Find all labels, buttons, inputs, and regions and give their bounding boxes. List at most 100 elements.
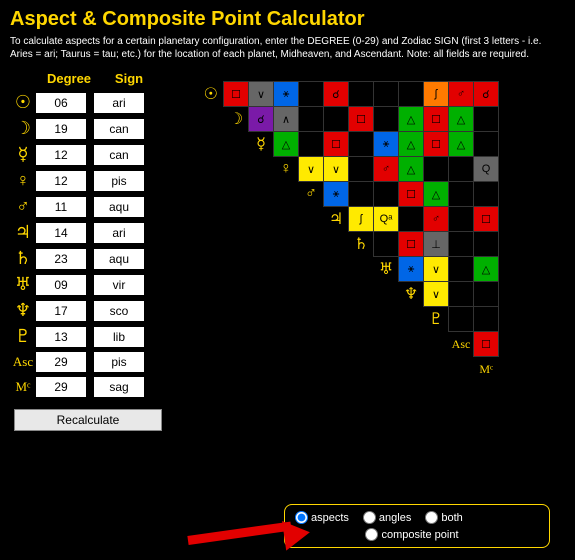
sign-input-mars[interactable] — [94, 197, 144, 217]
aspect-cell: ʃ — [349, 207, 374, 232]
aspect-cell: ☐ — [424, 107, 449, 132]
glyph-neptune: ♆ — [10, 300, 36, 321]
grid-row-header: ♅ — [374, 257, 399, 282]
aspect-cell: ☐ — [399, 182, 424, 207]
instructions-text: To calculate aspects for a certain plane… — [10, 35, 565, 61]
degree-input-neptune[interactable] — [36, 301, 86, 321]
grid-row-header: Mᶜ — [474, 357, 499, 382]
sign-input-mercury[interactable] — [94, 145, 144, 165]
radio-composite[interactable] — [365, 528, 378, 541]
sign-input-pluto[interactable] — [94, 327, 144, 347]
sign-input-moon[interactable] — [94, 119, 144, 139]
radio-both[interactable] — [425, 511, 438, 524]
aspect-cell — [349, 157, 374, 182]
grid-row-header: ☽ — [224, 107, 249, 132]
degree-input-uranus[interactable] — [36, 275, 86, 295]
aspect-cell: ∨ — [299, 157, 324, 182]
glyph-venus: ♀ — [10, 170, 36, 191]
degree-input-midheaven[interactable] — [36, 377, 86, 397]
grid-row-header: ♀ — [274, 157, 299, 182]
aspect-cell — [474, 232, 499, 257]
aspect-cell — [474, 182, 499, 207]
grid-row-header: ♆ — [399, 282, 424, 307]
grid-row-header: ♃ — [324, 207, 349, 232]
aspect-grid: ☉☐∨⚹☌ʃ♂☌☽☌∧☐△☐△☿△☐⚹△☐△♀∨∨♂△Q♂⚹☐△♃ʃQᵃ♂☐♄☐… — [198, 81, 499, 382]
aspect-cell — [349, 82, 374, 107]
sign-input-neptune[interactable] — [94, 301, 144, 321]
aspect-cell: ⚹ — [374, 132, 399, 157]
aspect-cell — [399, 82, 424, 107]
aspect-cell: △ — [449, 132, 474, 157]
aspect-cell: ☐ — [399, 232, 424, 257]
aspect-cell: △ — [399, 107, 424, 132]
aspect-cell: Qᵃ — [374, 207, 399, 232]
sign-input-venus[interactable] — [94, 171, 144, 191]
aspect-cell: ∨ — [324, 157, 349, 182]
aspect-cell — [324, 107, 349, 132]
aspect-cell: ʃ — [424, 82, 449, 107]
grid-row-header: ♄ — [349, 232, 374, 257]
page-title: Aspect & Composite Point Calculator — [10, 8, 565, 31]
aspect-cell — [474, 282, 499, 307]
aspect-cell: △ — [399, 157, 424, 182]
degree-input-venus[interactable] — [36, 171, 86, 191]
aspect-cell: ∨ — [424, 282, 449, 307]
degree-input-sun[interactable] — [36, 93, 86, 113]
option-composite[interactable]: composite point — [365, 528, 458, 541]
degree-input-pluto[interactable] — [36, 327, 86, 347]
sign-input-sun[interactable] — [94, 93, 144, 113]
aspect-cell — [299, 107, 324, 132]
header-degree: Degree — [40, 71, 98, 86]
aspect-cell: ⚹ — [399, 257, 424, 282]
aspect-cell — [349, 182, 374, 207]
input-panel: Degree Sign ☉ ☽ ☿ ♀ ♂ ♃ ♄ ♅ ♆ ♇ Asc Mᶜ R… — [10, 71, 180, 431]
aspect-cell — [474, 307, 499, 332]
aspect-cell: ☐ — [324, 132, 349, 157]
aspect-cell — [449, 232, 474, 257]
aspect-cell: ♂ — [449, 82, 474, 107]
aspect-cell: △ — [449, 107, 474, 132]
aspect-cell: Q — [474, 157, 499, 182]
aspect-cell: ⚹ — [324, 182, 349, 207]
aspect-cell — [449, 157, 474, 182]
label-composite: composite point — [381, 529, 458, 541]
sign-input-midheaven[interactable] — [94, 377, 144, 397]
glyph-ascendant: Asc — [10, 354, 36, 370]
glyph-saturn: ♄ — [10, 248, 36, 269]
option-angles[interactable]: angles — [363, 511, 411, 524]
aspect-cell: ⊥ — [424, 232, 449, 257]
aspect-grid-container: ☉☐∨⚹☌ʃ♂☌☽☌∧☐△☐△☿△☐⚹△☐△♀∨∨♂△Q♂⚹☐△♃ʃQᵃ♂☐♄☐… — [198, 81, 565, 431]
label-both: both — [441, 512, 462, 524]
radio-angles[interactable] — [363, 511, 376, 524]
aspect-cell — [474, 132, 499, 157]
degree-input-jupiter[interactable] — [36, 223, 86, 243]
aspect-cell: ☐ — [474, 207, 499, 232]
degree-input-mars[interactable] — [36, 197, 86, 217]
degree-input-mercury[interactable] — [36, 145, 86, 165]
aspect-cell — [449, 282, 474, 307]
option-both[interactable]: both — [425, 511, 462, 524]
sign-input-jupiter[interactable] — [94, 223, 144, 243]
aspect-cell: ☐ — [424, 132, 449, 157]
aspect-cell — [299, 82, 324, 107]
glyph-jupiter: ♃ — [10, 222, 36, 243]
degree-input-ascendant[interactable] — [36, 352, 86, 372]
glyph-midheaven: Mᶜ — [10, 379, 36, 395]
degree-input-moon[interactable] — [36, 119, 86, 139]
aspect-cell: ♂ — [424, 207, 449, 232]
sign-input-saturn[interactable] — [94, 249, 144, 269]
aspect-cell — [299, 132, 324, 157]
aspect-cell: △ — [274, 132, 299, 157]
sign-input-ascendant[interactable] — [94, 352, 144, 372]
aspect-cell: ☌ — [249, 107, 274, 132]
sign-input-uranus[interactable] — [94, 275, 144, 295]
aspect-cell: ☐ — [349, 107, 374, 132]
glyph-moon: ☽ — [10, 118, 36, 139]
aspect-cell — [374, 232, 399, 257]
label-angles: angles — [379, 512, 411, 524]
grid-row-header: ♂ — [299, 182, 324, 207]
recalculate-button[interactable]: Recalculate — [14, 409, 162, 431]
glyph-mercury: ☿ — [10, 144, 36, 165]
grid-row-header: ♇ — [424, 307, 449, 332]
degree-input-saturn[interactable] — [36, 249, 86, 269]
